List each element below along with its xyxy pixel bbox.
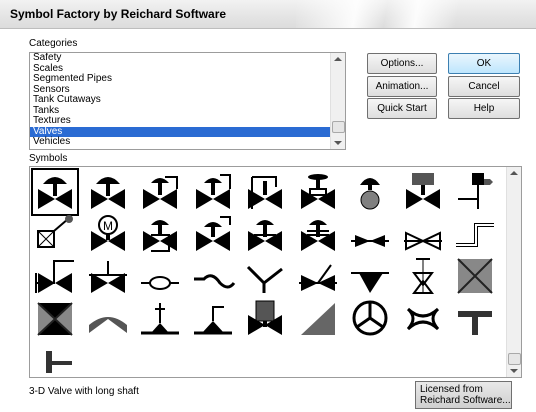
scroll-thumb[interactable] — [508, 353, 521, 365]
cancel-button[interactable]: Cancel — [448, 76, 520, 97]
valve-pipe-l-icon[interactable] — [32, 253, 78, 299]
valve-cylinder-icon[interactable] — [242, 295, 288, 341]
pipe-loop-icon[interactable] — [190, 253, 236, 299]
quick-start-button[interactable]: Quick Start — [367, 98, 437, 119]
category-item[interactable]: Tank Cutaways — [30, 94, 345, 106]
valve-positioner-2-icon[interactable] — [190, 211, 236, 257]
valve-actuator-base-icon[interactable] — [137, 295, 183, 341]
scroll-down-icon[interactable] — [334, 141, 342, 145]
valve-butterfly-icon[interactable] — [137, 253, 183, 299]
categories-scrollbar[interactable] — [330, 53, 345, 149]
valve-motor-block-icon[interactable] — [400, 169, 446, 215]
category-item[interactable]: Textures — [30, 115, 345, 127]
scroll-up-icon[interactable] — [510, 171, 518, 175]
category-item[interactable]: Safety — [30, 53, 345, 64]
valve-gate-square-icon[interactable] — [32, 295, 78, 341]
valve-angled-pipe-icon[interactable] — [137, 169, 183, 215]
scroll-up-icon[interactable] — [334, 57, 342, 61]
valve-actuator-base-2-icon[interactable] — [190, 295, 236, 341]
valve-diaphragm-icon[interactable] — [85, 169, 131, 215]
scroll-down-icon[interactable] — [510, 369, 518, 373]
valve-inline-2-icon[interactable] — [400, 211, 446, 257]
category-item[interactable]: Tanks — [30, 105, 345, 117]
valve-handwheel-icon[interactable] — [295, 169, 341, 215]
categories-listbox[interactable]: Safety Scales Segmented Pipes Sensors Tank C… — [29, 52, 346, 150]
valve-globe-icon[interactable] — [137, 211, 183, 257]
options-button[interactable]: Options... — [367, 53, 437, 74]
valve-wheel-icon[interactable] — [347, 295, 393, 341]
valve-square-icon[interactable] — [452, 253, 498, 299]
valve-globe-2-icon[interactable] — [242, 211, 288, 257]
valve-angle-actuator-icon[interactable] — [32, 211, 78, 257]
valve-pipe-loop-icon[interactable] — [242, 169, 288, 215]
valve-check-icon[interactable] — [295, 253, 341, 299]
help-button[interactable]: Help — [448, 98, 520, 119]
category-item[interactable]: Segmented Pipes — [30, 73, 345, 85]
valve-angled-pipe-2-icon[interactable] — [190, 169, 236, 215]
valve-ball-actuator-icon[interactable] — [347, 169, 393, 215]
valve-stub-icon[interactable] — [32, 337, 78, 377]
valve-tee-icon[interactable] — [452, 295, 498, 341]
license-button[interactable]: Licensed from Reichard Software... — [415, 381, 512, 409]
license-line-2: Reichard Software... — [420, 395, 511, 406]
ok-button[interactable]: OK — [448, 53, 520, 74]
window-title: Symbol Factory by Reichard Software — [10, 7, 227, 21]
valve-needle-icon[interactable] — [400, 253, 446, 299]
valve-pipe-t-icon[interactable] — [85, 253, 131, 299]
symbol-description: 3-D Valve with long shaft — [29, 386, 139, 397]
scroll-thumb[interactable] — [332, 121, 345, 133]
symbols-scrollbar[interactable] — [506, 167, 521, 377]
valve-inline-icon[interactable] — [347, 211, 393, 257]
category-item[interactable]: Valves — [30, 126, 345, 137]
valve-tent-icon[interactable] — [85, 295, 131, 341]
valve-3way-icon[interactable] — [347, 253, 393, 299]
symbol-factory-dialog: Symbol Factory by Reichard Software Cate… — [0, 0, 536, 412]
valve-cross-icon[interactable] — [400, 295, 446, 341]
symbols-grid[interactable]: M — [29, 166, 522, 378]
valve-long-shaft-icon[interactable] — [31, 168, 79, 216]
valve-motor-m-icon[interactable]: M — [85, 211, 131, 257]
pipe-bend-icon[interactable] — [452, 211, 498, 257]
valve-globe-3-icon[interactable] — [295, 211, 341, 257]
category-item[interactable]: Vehicles — [30, 136, 345, 148]
animation-button[interactable]: Animation... — [367, 76, 437, 97]
license-line-1: Licensed from — [420, 384, 483, 395]
pipe-elbow-icon[interactable] — [242, 253, 288, 299]
svg-text:M: M — [103, 219, 113, 233]
title-bar: Symbol Factory by Reichard Software — [0, 0, 536, 29]
valve-positioner-icon[interactable] — [452, 169, 498, 215]
categories-label: Categories — [29, 38, 78, 49]
symbols-label: Symbols — [29, 153, 68, 164]
valve-triangle-icon[interactable] — [295, 295, 341, 341]
